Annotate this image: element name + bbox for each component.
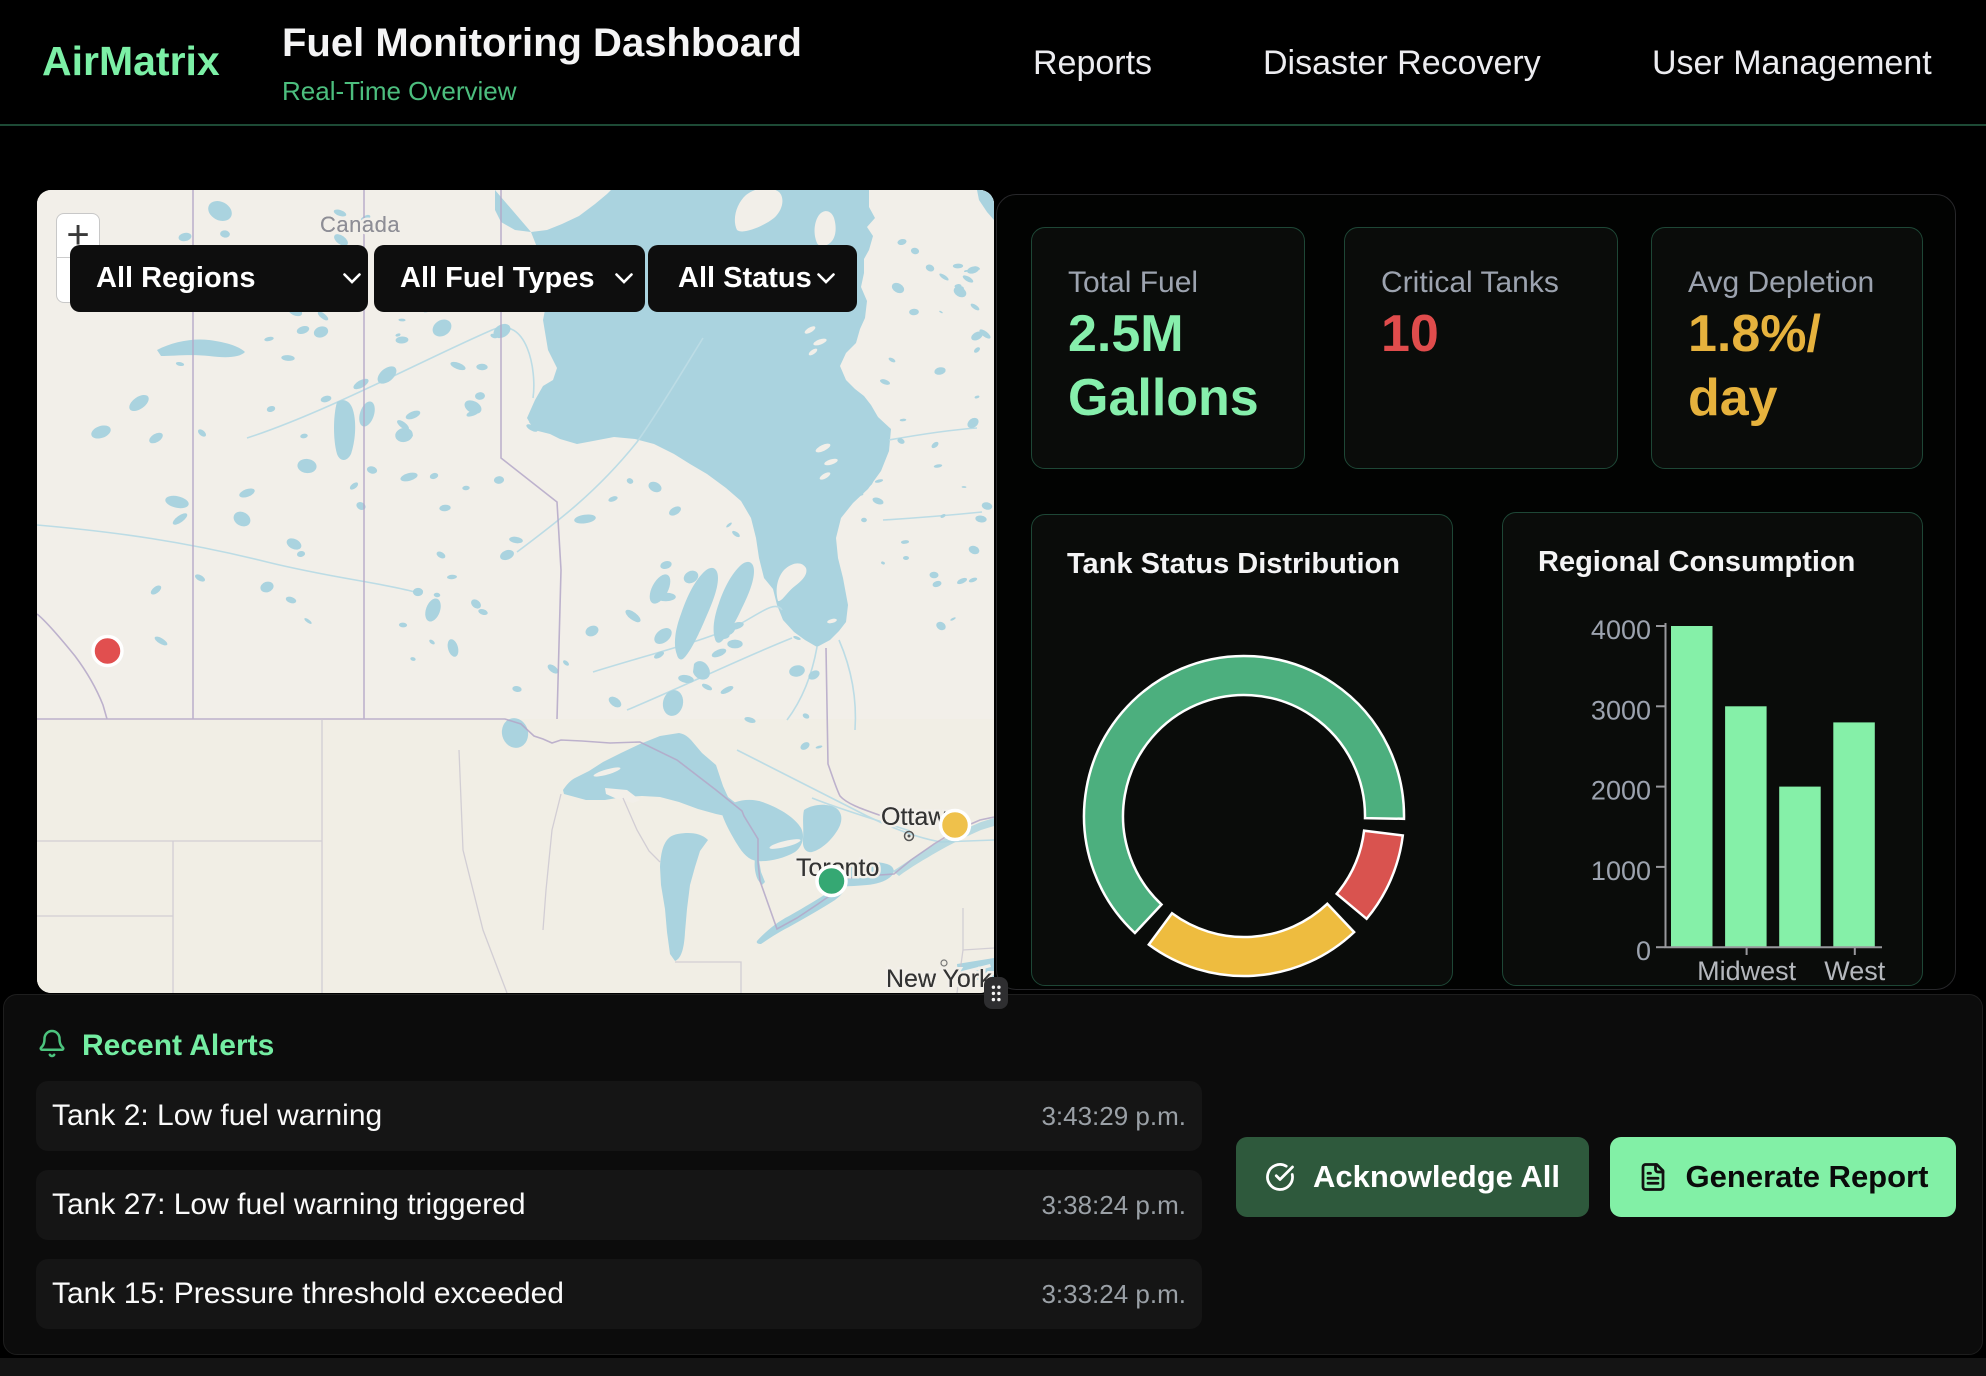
svg-text:3000: 3000: [1591, 695, 1651, 725]
svg-text:New York: New York: [886, 965, 992, 993]
svg-text:Midwest: Midwest: [1697, 956, 1797, 985]
svg-text:West: West: [1824, 956, 1886, 985]
svg-text:1000: 1000: [1591, 856, 1651, 886]
svg-text:0: 0: [1636, 936, 1651, 966]
svg-text:Canada: Canada: [320, 212, 400, 237]
svg-text:4000: 4000: [1591, 615, 1651, 645]
svg-text:2000: 2000: [1591, 776, 1651, 806]
